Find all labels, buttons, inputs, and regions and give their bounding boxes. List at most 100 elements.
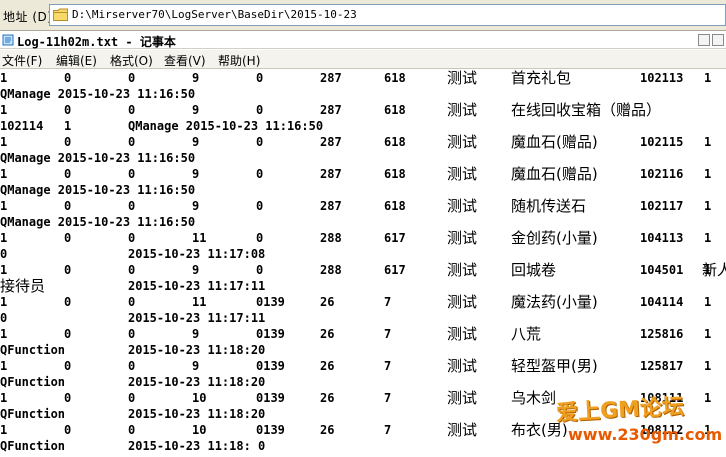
- text-field: 7: [384, 423, 392, 437]
- text-field: 1: [0, 231, 8, 245]
- maximize-button[interactable]: [712, 34, 724, 46]
- text-field: QManage 2015-10-23 11:16:50: [0, 215, 196, 229]
- menu-help[interactable]: 帮助(H): [218, 52, 260, 69]
- text-field: 2015-10-23 11:18:20: [128, 375, 266, 389]
- address-bar: 地址 (D) D:\Mirserver70\LogServer\BaseDir\…: [0, 0, 726, 31]
- text-field: 0: [0, 311, 8, 325]
- text-field: QFunction: [0, 375, 66, 389]
- text-field: 2015-10-23 11:18:20: [128, 343, 266, 357]
- text-field: QManage 2015-10-23 11:16:50: [128, 119, 324, 133]
- text-field: 287: [320, 103, 342, 117]
- text-field: 102113: [640, 71, 684, 85]
- menu-format[interactable]: 格式(O): [110, 52, 153, 69]
- text-field: 0: [128, 391, 136, 405]
- text-field: 测试: [447, 165, 478, 183]
- text-field: 0: [128, 199, 136, 213]
- text-field: 0: [64, 295, 72, 309]
- watermark: 爱上GM论坛 www.230gm.com: [556, 392, 726, 452]
- text-field: 0139: [256, 295, 285, 309]
- address-path: D:\Mirserver70\LogServer\BaseDir\2015-10…: [72, 8, 357, 21]
- text-field: 0139: [256, 423, 285, 437]
- text-field: 1: [0, 423, 8, 437]
- text-field: QFunction: [0, 407, 66, 421]
- text-field: 1: [704, 231, 712, 245]
- text-field: 0: [64, 231, 72, 245]
- text-field: QManage 2015-10-23 11:16:50: [0, 87, 196, 101]
- text-field: 1: [0, 167, 8, 181]
- text-field: 2015-10-23 11:18: 0: [128, 439, 266, 453]
- text-field: 0: [64, 199, 72, 213]
- folder-icon: [53, 8, 68, 21]
- text-field: 测试: [447, 293, 478, 311]
- text-field: 9: [192, 135, 200, 149]
- text-field: 0: [256, 135, 264, 149]
- text-field: 2015-10-23 11:18:20: [128, 407, 266, 421]
- text-field: 288: [320, 263, 342, 277]
- watermark-title: 爱上GM论坛: [555, 394, 685, 427]
- text-field: 1: [0, 391, 8, 405]
- text-field: 0139: [256, 359, 285, 373]
- text-field: 0: [256, 231, 264, 245]
- text-field: 288: [320, 231, 342, 245]
- text-field: 125817: [640, 359, 684, 373]
- text-field: 104113: [640, 231, 684, 245]
- text-field: 11: [192, 295, 207, 309]
- text-field: 618: [384, 71, 406, 85]
- text-field: 测试: [447, 101, 478, 119]
- text-field: 9: [192, 327, 200, 341]
- text-field: 接待员: [0, 277, 46, 295]
- text-field: 1: [0, 359, 8, 373]
- text-field: 测试: [447, 70, 478, 87]
- text-field: 1: [704, 71, 712, 85]
- text-field: 0: [256, 71, 264, 85]
- text-field: 测试: [447, 261, 478, 279]
- address-label: 地址 (D): [3, 10, 53, 24]
- text-field: 1: [0, 135, 8, 149]
- text-field: 0: [256, 199, 264, 213]
- text-field: 0: [128, 423, 136, 437]
- text-field: 9: [192, 199, 200, 213]
- text-field: 1: [0, 263, 8, 277]
- text-field: 0: [256, 167, 264, 181]
- text-field: 618: [384, 199, 406, 213]
- menu-edit[interactable]: 编辑(E): [56, 52, 97, 69]
- text-field: 10: [192, 423, 207, 437]
- text-field: 104501: [640, 263, 684, 277]
- text-field: 26: [320, 391, 335, 405]
- text-field: 9: [192, 263, 200, 277]
- address-input[interactable]: D:\Mirserver70\LogServer\BaseDir\2015-10…: [49, 4, 726, 26]
- text-field: 1: [0, 103, 8, 117]
- text-field: 618: [384, 167, 406, 181]
- text-field: 26: [320, 359, 335, 373]
- text-field: 新人: [702, 261, 726, 279]
- text-field: 测试: [447, 357, 478, 375]
- text-field: 1: [704, 295, 712, 309]
- text-field: 0139: [256, 327, 285, 341]
- text-field: 0: [128, 263, 136, 277]
- menu-view[interactable]: 查看(V): [164, 52, 206, 69]
- text-field: 2015-10-23 11:17:08: [128, 247, 266, 261]
- menu-file[interactable]: 文件(F): [2, 52, 42, 69]
- text-field: 0: [128, 71, 136, 85]
- text-field: 0: [256, 103, 264, 117]
- text-field: 0: [128, 295, 136, 309]
- text-field: 魔血石(赠品): [511, 133, 598, 151]
- text-field: 2015-10-23 11:17:11: [128, 311, 266, 325]
- text-field: 9: [192, 167, 200, 181]
- text-field: 1: [64, 119, 72, 133]
- text-field: 魔血石(赠品): [511, 165, 598, 183]
- text-field: 0: [64, 71, 72, 85]
- window-title: Log-11h02m.txt - 记事本: [17, 35, 176, 49]
- text-field: QManage 2015-10-23 11:16:50: [0, 183, 196, 197]
- text-field: 1: [704, 327, 712, 341]
- text-field: QFunction: [0, 343, 66, 357]
- text-field: 102117: [640, 199, 684, 213]
- text-field: 测试: [447, 325, 478, 343]
- text-field: 102116: [640, 167, 684, 181]
- text-field: 102115: [640, 135, 684, 149]
- text-field: 1: [0, 295, 8, 309]
- text-field: 287: [320, 135, 342, 149]
- minimize-button[interactable]: [698, 34, 710, 46]
- notepad-titlebar: Log-11h02m.txt - 记事本: [0, 32, 726, 49]
- text-field: 7: [384, 327, 392, 341]
